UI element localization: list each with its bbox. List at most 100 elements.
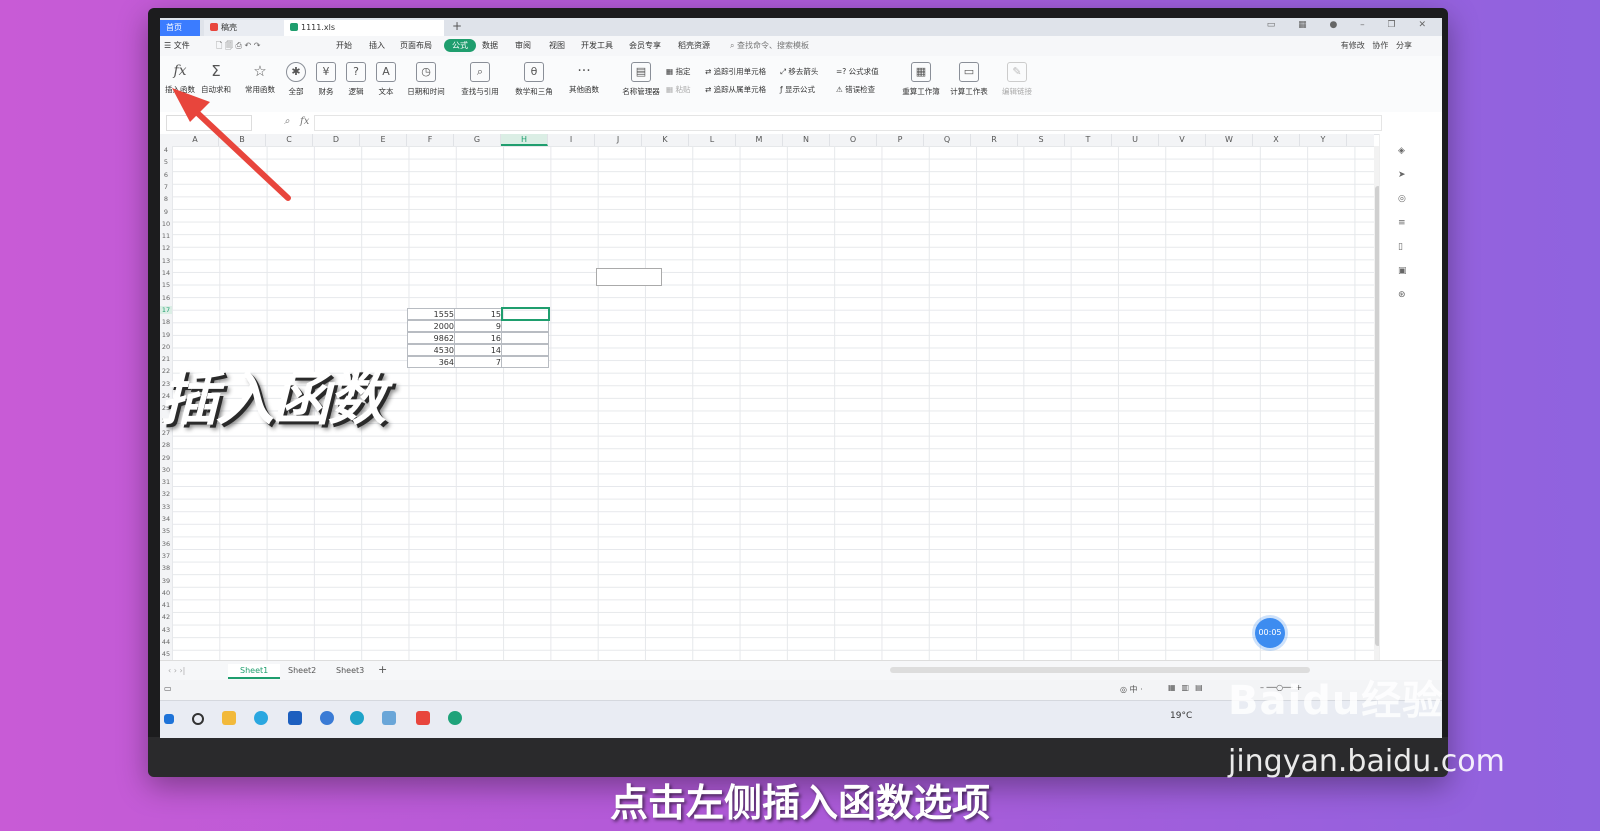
- col-header[interactable]: T: [1065, 134, 1112, 146]
- menu-home[interactable]: 开始: [336, 40, 352, 51]
- cell-g19[interactable]: 16: [454, 332, 502, 344]
- lookup-reference-button[interactable]: ⌕ 查找与引用: [458, 62, 502, 97]
- col-header[interactable]: Y: [1300, 134, 1347, 146]
- col-header[interactable]: L: [689, 134, 736, 146]
- share-button[interactable]: 分享: [1396, 41, 1412, 50]
- row-header[interactable]: 35: [160, 527, 172, 535]
- chat-icon[interactable]: [254, 711, 268, 725]
- active-cell-h17[interactable]: [501, 307, 550, 321]
- trace-dependents-button[interactable]: ⇄ 追踪从属单元格: [705, 84, 766, 95]
- menu-page-layout[interactable]: 页面布局: [400, 40, 432, 51]
- col-header[interactable]: J: [595, 134, 642, 146]
- col-header[interactable]: R: [971, 134, 1018, 146]
- menu-developer[interactable]: 开发工具: [581, 40, 613, 51]
- cell-h19[interactable]: [501, 332, 549, 344]
- row-header[interactable]: 33: [160, 503, 172, 511]
- cell-f18[interactable]: 2000: [407, 320, 455, 332]
- edge-browser-icon[interactable]: [350, 711, 364, 725]
- cell-f20[interactable]: 4530: [407, 344, 455, 356]
- remove-arrows-button[interactable]: ⤢ 移去箭头: [780, 66, 818, 77]
- row-header[interactable]: 29: [160, 454, 172, 462]
- cell-h18[interactable]: [501, 320, 549, 332]
- menu-member[interactable]: 会员专享: [629, 40, 661, 51]
- window-controls[interactable]: ▭ ▦ ● – ❐ ✕: [1267, 20, 1436, 30]
- row-header[interactable]: 34: [160, 515, 172, 523]
- recalc-workbook-button[interactable]: ▦ 重算工作簿: [898, 62, 944, 97]
- row-header[interactable]: 30: [160, 466, 172, 474]
- text-functions-button[interactable]: A 文本: [364, 62, 408, 97]
- add-sheet-button[interactable]: +: [366, 661, 399, 678]
- cell-f21[interactable]: 364: [407, 356, 455, 368]
- status-macro-icon[interactable]: ▭: [164, 684, 172, 693]
- file-explorer-icon[interactable]: [222, 711, 236, 725]
- help-icon[interactable]: ◎: [1398, 194, 1408, 204]
- specify-button[interactable]: ▦ 指定: [666, 66, 690, 77]
- menu-file[interactable]: ☰ 文件: [164, 40, 190, 51]
- col-header[interactable]: W: [1206, 134, 1253, 146]
- date-time-button[interactable]: ◷ 日期和时间: [404, 62, 448, 97]
- col-header[interactable]: K: [642, 134, 689, 146]
- menu-view[interactable]: 视图: [549, 40, 565, 51]
- cell-f17[interactable]: 1555: [407, 308, 455, 320]
- wps-icon[interactable]: [416, 711, 430, 725]
- row-header[interactable]: 45: [160, 650, 172, 658]
- trace-precedents-button[interactable]: ⇄ 追踪引用单元格: [705, 66, 766, 77]
- photos-icon[interactable]: [382, 711, 396, 725]
- app-icon[interactable]: [288, 711, 302, 725]
- row-header[interactable]: 41: [160, 601, 172, 609]
- tab-file[interactable]: 1111.xls: [284, 20, 444, 36]
- collaborate-button[interactable]: 协作: [1372, 41, 1388, 50]
- col-header[interactable]: I: [548, 134, 595, 146]
- new-tab-button[interactable]: +: [452, 19, 462, 33]
- document-icon[interactable]: ▯: [1398, 242, 1408, 252]
- row-header[interactable]: 12: [160, 244, 172, 252]
- status-icons[interactable]: ◎ 中 ·: [1120, 684, 1143, 695]
- menu-insert[interactable]: 插入: [369, 40, 385, 51]
- col-header[interactable]: O: [830, 134, 877, 146]
- cell-h20[interactable]: [501, 344, 549, 356]
- col-header[interactable]: D: [313, 134, 360, 146]
- pointer-icon[interactable]: ➤: [1398, 170, 1408, 180]
- search-circle-icon[interactable]: [192, 713, 204, 725]
- row-header[interactable]: 36: [160, 540, 172, 548]
- row-header[interactable]: 11: [160, 232, 172, 240]
- windows-start-icon[interactable]: [164, 714, 174, 724]
- row-header[interactable]: 39: [160, 577, 172, 585]
- math-trig-button[interactable]: θ 数学和三角: [512, 62, 556, 97]
- col-header[interactable]: G: [454, 134, 501, 146]
- row-header[interactable]: 19: [160, 331, 172, 339]
- col-header[interactable]: E: [360, 134, 407, 146]
- cell-g17[interactable]: 15: [454, 308, 502, 320]
- row-header[interactable]: 31: [160, 478, 172, 486]
- row-header[interactable]: 44: [160, 638, 172, 646]
- row-header[interactable]: 42: [160, 613, 172, 621]
- row-header[interactable]: 14: [160, 269, 172, 277]
- row-header[interactable]: 16: [160, 294, 172, 302]
- edit-links-button[interactable]: ✎ 编辑链接: [994, 62, 1040, 97]
- col-header[interactable]: M: [736, 134, 783, 146]
- row-header[interactable]: 38: [160, 564, 172, 572]
- col-header[interactable]: S: [1018, 134, 1065, 146]
- more-functions-button[interactable]: ··· 其他函数: [562, 62, 606, 95]
- command-search[interactable]: ⌕ 查找命令、搜索模板: [730, 40, 809, 51]
- evaluate-formula-button[interactable]: =? 公式求值: [836, 66, 879, 77]
- image-icon[interactable]: ▣: [1398, 266, 1408, 276]
- error-check-button[interactable]: ⚠ 错误检查: [836, 84, 875, 95]
- sheet-tab-1[interactable]: Sheet1: [228, 664, 281, 679]
- col-header[interactable]: X: [1253, 134, 1300, 146]
- col-header-selected[interactable]: H: [501, 134, 548, 146]
- cell-g21[interactable]: 7: [454, 356, 502, 368]
- floating-shape[interactable]: [596, 268, 662, 286]
- cell-g18[interactable]: 9: [454, 320, 502, 332]
- row-header[interactable]: 40: [160, 589, 172, 597]
- row-header[interactable]: 17: [160, 305, 172, 314]
- sheet-nav-arrows[interactable]: ‹ › ›|: [164, 664, 189, 677]
- menu-docer[interactable]: 稻壳资源: [678, 40, 710, 51]
- cell-h21[interactable]: [501, 356, 549, 368]
- weather-temperature[interactable]: 19°C: [1170, 711, 1192, 721]
- col-header[interactable]: P: [877, 134, 924, 146]
- row-header[interactable]: 43: [160, 626, 172, 634]
- row-header[interactable]: 28: [160, 441, 172, 449]
- tab-home[interactable]: 首页: [160, 20, 200, 36]
- row-header[interactable]: 10: [160, 220, 172, 228]
